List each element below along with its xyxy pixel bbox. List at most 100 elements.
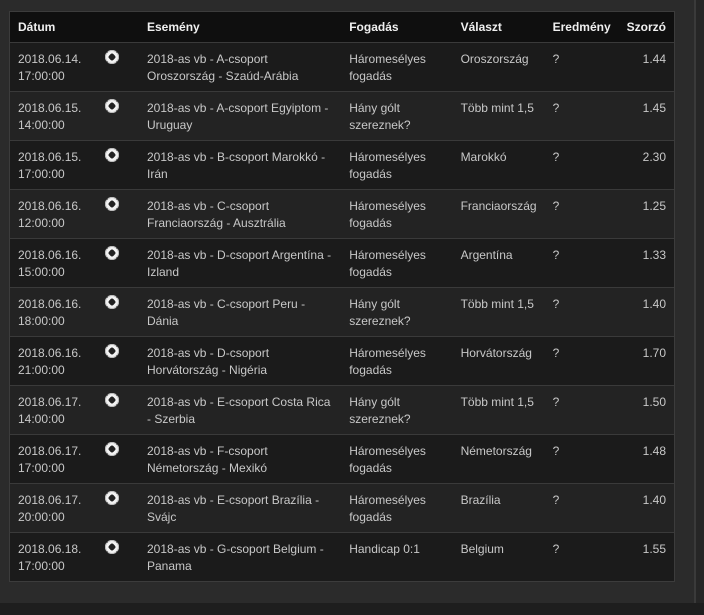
- soccer-ball-icon: [104, 392, 119, 407]
- col-header-answer[interactable]: Választ: [453, 12, 545, 42]
- cell-answer: Több mint 1,5: [460, 100, 534, 115]
- table-row[interactable]: 2018.06.17. 17:00:00 2018-as vb - F-csopor…: [10, 434, 674, 483]
- cell-date: 2018.06.15. 14:00:00: [10, 91, 105, 140]
- cell-event: 2018-as vb - F-csoport Németország - Mex…: [147, 443, 268, 475]
- cell-date: 2018.06.16. 18:00:00: [10, 287, 105, 336]
- cell-answer: Több mint 1,5: [460, 296, 534, 311]
- cell-date: 2018.06.16. 12:00:00: [10, 189, 105, 238]
- cell-bet: Hány gólt szereznek?: [349, 296, 411, 328]
- soccer-ball-icon: [104, 245, 119, 260]
- date-value: 2018.06.17.: [18, 492, 82, 507]
- cell-answer: Oroszország: [460, 51, 529, 66]
- cell-odds: 1.50: [642, 394, 666, 409]
- table-row[interactable]: 2018.06.18. 17:00:00 2018-as vb - G-csopor…: [10, 532, 674, 581]
- cell-odds: 1.33: [642, 247, 666, 262]
- soccer-ball-icon: [104, 539, 119, 554]
- table-row[interactable]: 2018.06.16. 18:00:00 2018-as vb - C-csopor…: [10, 287, 674, 336]
- cell-result: ?: [552, 492, 560, 507]
- time-value: 17:00:00: [18, 460, 65, 475]
- soccer-ball-icon: [104, 343, 119, 358]
- soccer-ball-icon: [104, 147, 119, 162]
- cell-icon: [104, 189, 139, 238]
- table-row[interactable]: 2018.06.17. 14:00:00 2018-as vb - E-csopor…: [10, 385, 674, 434]
- col-header-event[interactable]: Esemény: [139, 12, 341, 42]
- cell-answer: Belgium: [460, 541, 504, 556]
- table-row[interactable]: 2018.06.15. 17:00:00 2018-as vb - B-csopor…: [10, 140, 674, 189]
- cell-event: 2018-as vb - E-csoport Brazília - Svájc: [147, 492, 320, 524]
- date-value: 2018.06.16.: [18, 296, 82, 311]
- cell-result: ?: [552, 51, 560, 66]
- col-header-icon: [105, 12, 139, 42]
- cell-date: 2018.06.17. 20:00:00: [10, 483, 105, 532]
- cell-odds: 2.30: [642, 149, 666, 164]
- cell-icon: [104, 483, 139, 532]
- cell-icon: [104, 336, 139, 385]
- cell-answer: Több mint 1,5: [460, 394, 534, 409]
- time-value: 21:00:00: [18, 362, 65, 377]
- cell-answer: Németország: [460, 443, 532, 458]
- time-value: 15:00:00: [18, 264, 65, 279]
- cell-event: 2018-as vb - D-csoport Argentína - Izlan…: [147, 247, 332, 279]
- cell-event: 2018-as vb - E-csoport Costa Rica - Szer…: [147, 394, 331, 426]
- time-value: 12:00:00: [18, 215, 65, 230]
- table-row[interactable]: 2018.06.15. 14:00:00 2018-as vb - A-csopor…: [10, 91, 674, 140]
- cell-icon: [104, 434, 139, 483]
- cell-bet: Hány gólt szereznek?: [349, 100, 411, 132]
- table-row[interactable]: 2018.06.16. 15:00:00 2018-as vb - D-csopor…: [10, 238, 674, 287]
- cell-odds: 1.40: [642, 296, 666, 311]
- cell-odds: 1.70: [642, 345, 666, 360]
- table-header-row: Dátum Esemény Fogadás Választ Eredmény S…: [10, 12, 674, 42]
- bets-panel: Dátum Esemény Fogadás Választ Eredmény S…: [0, 0, 696, 603]
- col-header-result[interactable]: Eredmény: [545, 12, 619, 42]
- time-value: 17:00:00: [18, 558, 65, 573]
- cell-bet: Háromesélyes fogadás: [349, 51, 426, 83]
- table-row[interactable]: 2018.06.16. 12:00:00 2018-as vb - C-csopor…: [10, 189, 674, 238]
- cell-icon: [104, 532, 139, 581]
- cell-icon: [104, 140, 139, 189]
- cell-answer: Franciaország: [460, 198, 537, 213]
- cell-date: 2018.06.18. 17:00:00: [10, 532, 105, 581]
- cell-result: ?: [552, 443, 560, 458]
- cell-date: 2018.06.16. 21:00:00: [10, 336, 105, 385]
- cell-date: 2018.06.17. 17:00:00: [10, 434, 105, 483]
- col-header-bet[interactable]: Fogadás: [341, 12, 452, 42]
- date-value: 2018.06.15.: [18, 100, 82, 115]
- cell-bet: Hány gólt szereznek?: [349, 394, 411, 426]
- date-value: 2018.06.16.: [18, 345, 82, 360]
- cell-odds: 1.48: [642, 443, 666, 458]
- soccer-ball-icon: [104, 490, 119, 505]
- cell-bet: Háromesélyes fogadás: [349, 492, 426, 524]
- table-row[interactable]: 2018.06.17. 20:00:00 2018-as vb - E-csopor…: [10, 483, 674, 532]
- cell-odds: 1.44: [642, 51, 666, 66]
- cell-answer: Brazília: [460, 492, 501, 507]
- col-header-date[interactable]: Dátum: [10, 12, 105, 42]
- cell-bet: Handicap 0:1: [349, 541, 420, 556]
- table-row[interactable]: 2018.06.16. 21:00:00 2018-as vb - D-csopor…: [10, 336, 674, 385]
- cell-event: 2018-as vb - B-csoport Marokkó - Irán: [147, 149, 326, 181]
- cell-event: 2018-as vb - D-csoport Horvátország - Ni…: [147, 345, 270, 377]
- cell-date: 2018.06.15. 17:00:00: [10, 140, 105, 189]
- time-value: 17:00:00: [18, 68, 65, 83]
- cell-result: ?: [552, 198, 560, 213]
- cell-icon: [104, 238, 139, 287]
- time-value: 14:00:00: [18, 117, 65, 132]
- col-header-odds[interactable]: Szorzó: [619, 12, 674, 42]
- cell-event: 2018-as vb - C-csoport Franciaország - A…: [147, 198, 286, 230]
- cell-result: ?: [552, 541, 560, 556]
- cell-icon: [104, 385, 139, 434]
- time-value: 20:00:00: [18, 509, 65, 524]
- cell-icon: [104, 42, 139, 91]
- date-value: 2018.06.17.: [18, 394, 82, 409]
- table-row[interactable]: 2018.06.14. 17:00:00 2018-as vb - A-csopor…: [10, 42, 674, 91]
- cell-result: ?: [552, 296, 560, 311]
- cell-result: ?: [552, 345, 560, 360]
- date-value: 2018.06.14.: [18, 51, 82, 66]
- cell-date: 2018.06.16. 15:00:00: [10, 238, 105, 287]
- time-value: 18:00:00: [18, 313, 65, 328]
- cell-result: ?: [552, 149, 560, 164]
- cell-answer: Horvátország: [460, 345, 532, 360]
- cell-odds: 1.25: [642, 198, 666, 213]
- date-value: 2018.06.16.: [18, 198, 82, 213]
- date-value: 2018.06.15.: [18, 149, 82, 164]
- cell-result: ?: [552, 247, 560, 262]
